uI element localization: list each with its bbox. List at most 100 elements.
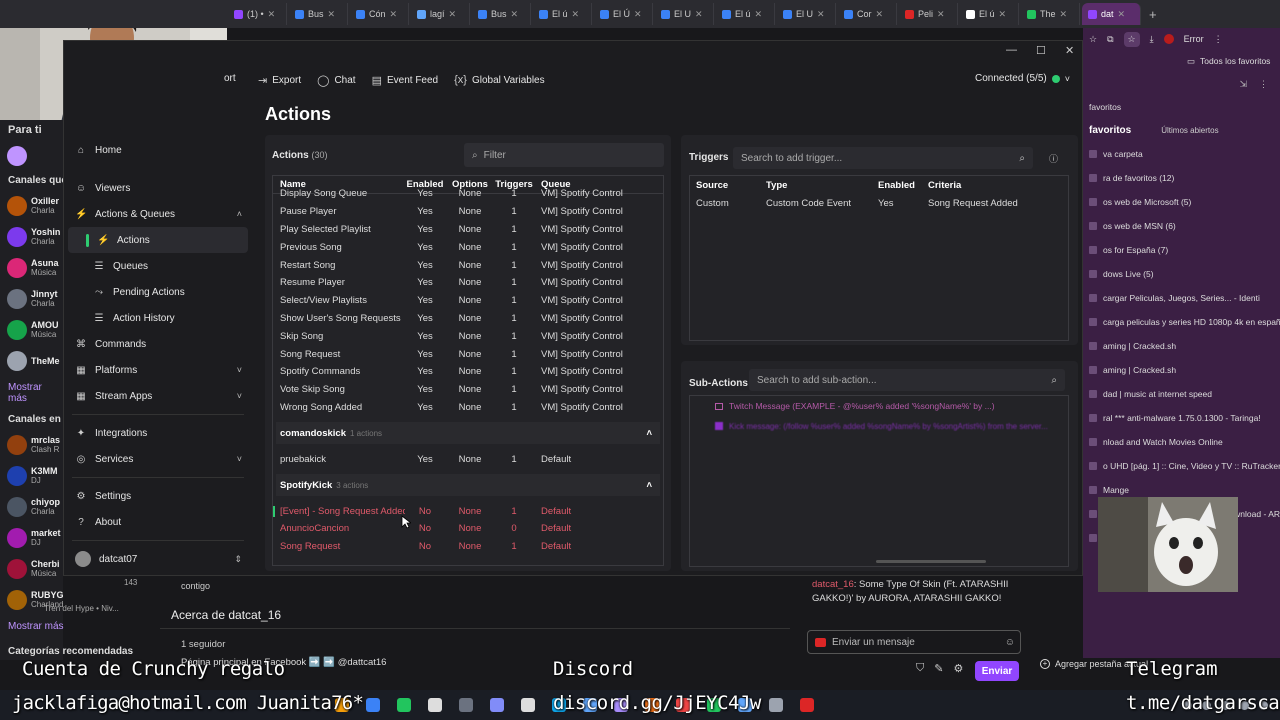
browser-tab[interactable]: El U ✕ [777,3,836,25]
trigger-search-input[interactable]: Search to add trigger... ⌕ [733,147,1033,169]
subaction-item[interactable]: Kick message: (/follow %user% added %son… [690,416,1068,436]
opened-filter[interactable]: Últimos abiertos [1161,126,1218,135]
nav-item-about[interactable]: ? About [64,509,252,535]
pin-icon[interactable]: ⇲ [1239,79,1247,90]
toolbar-export-button[interactable]: ⇥ Export [258,74,301,87]
nav-item-actions[interactable]: ⚡ Actions [68,227,248,253]
toolbar-global-variables-button[interactable]: {x} Global Variables [454,74,545,86]
download-icon[interactable]: ⤓ [1150,34,1154,45]
browser-tab[interactable]: El ú ✕ [960,3,1019,25]
shield-icon[interactable]: ⛉ [916,662,924,675]
close-tab-icon[interactable]: ✕ [572,9,580,20]
table-row[interactable]: Pause Player Yes None 1 VM] Spotify Control [273,203,663,221]
column-header[interactable]: Criteria [922,180,1062,191]
favorite-item[interactable]: o UHD [pág. 1] :: Cine, Video y TV :: Ru… [1083,454,1280,478]
close-tab-icon[interactable]: ✕ [755,9,763,20]
nav-item-viewers[interactable]: ☺ Viewers [64,175,252,201]
table-row[interactable]: Spotify Commands Yes None 1 VM] Spotify Cont… [273,363,663,381]
twitch-avatar-self[interactable] [0,140,63,171]
browser-tab[interactable]: Bus ✕ [472,3,531,25]
browser-tab[interactable]: dat ✕ [1082,3,1141,25]
table-row[interactable]: Song Request Yes None 1 VM] Spotify Control [273,345,663,363]
table-row[interactable]: Vote Skip Song Yes None 1 VM] Spotify Contro… [273,381,663,399]
nav-item-services[interactable]: ◎ Services ˅ [64,446,252,472]
table-row[interactable]: Skip Song Yes None 1 VM] Spotify Control [273,327,663,345]
channel-item[interactable]: Jinnyt Charla [0,283,63,314]
chevron-icon[interactable]: ˅ [237,454,242,464]
pen-icon[interactable]: ✎ [934,662,943,675]
close-tab-icon[interactable]: ✕ [449,9,457,20]
channel-item[interactable]: Cherbi Música [0,553,63,584]
subaction-search-input[interactable]: Search to add sub-action... ⌕ [749,369,1065,391]
taskbar-app-icon[interactable] [366,698,380,712]
group-header-comandoskick[interactable]: comandoskick 1 actions ˄ [276,422,660,445]
toolbar-event-feed-button[interactable]: ▤ Event Feed [372,74,439,87]
user-profile[interactable]: datcat07 ⇕ [64,546,252,572]
favorite-star-icon[interactable]: ☆ [1089,34,1097,45]
taskbar-app-icon[interactable] [769,698,783,712]
group-header-spotifykick[interactable]: SpotifyKick 3 actions ˄ [276,474,660,497]
close-tab-icon[interactable]: ✕ [876,9,884,20]
channel-item[interactable]: AMOU Música [0,314,63,345]
nav-item-settings[interactable]: ⚙ Settings [64,483,252,509]
close-tab-icon[interactable]: ✕ [268,9,276,20]
table-row[interactable]: Song Request No None 1 Default [273,538,663,556]
chevron-icon[interactable]: ˅ [237,365,242,375]
table-row[interactable]: Play Selected Playlist Yes None 1 VM] Spotif… [273,221,663,239]
close-tab-icon[interactable]: ✕ [511,9,519,20]
channel-item[interactable]: chiyop Charla [0,491,63,522]
horizontal-scrollbar[interactable] [876,560,986,563]
more-icon[interactable]: ⋮ [1214,34,1223,45]
browser-tab[interactable]: Bus ✕ [289,3,348,25]
taskbar-app-icon[interactable] [521,698,535,712]
maximize-icon[interactable]: ☐ [1036,44,1046,57]
favorite-item[interactable]: os for España (7) [1083,238,1280,262]
table-row[interactable]: AnuncioCancion No None 0 Default [273,520,663,538]
trigger-row[interactable]: Custom Custom Code Event Yes Song Request A… [690,194,1068,212]
column-header[interactable]: Source [690,180,760,191]
browser-tab[interactable]: (1) • ✕ [228,3,287,25]
extensions-icon[interactable]: ⧉ [1107,34,1113,45]
close-tab-icon[interactable]: ✕ [1118,9,1126,20]
nav-item-platforms[interactable]: ▦ Platforms ˅ [64,357,252,383]
favorite-item[interactable]: cargar Peliculas, Juegos, Series... - Id… [1083,286,1280,310]
close-tab-icon[interactable]: ✕ [634,9,642,20]
close-tab-icon[interactable]: ✕ [817,9,825,20]
chevron-icon[interactable]: ˅ [237,391,242,401]
import-button[interactable]: ort [224,73,236,84]
browser-tab[interactable]: The ✕ [1021,3,1080,25]
new-tab-icon[interactable]: + [1143,7,1163,22]
browser-tab[interactable]: El ú ✕ [533,3,592,25]
nav-item-home[interactable]: ⌂ Home [64,137,252,163]
favorite-item[interactable]: carga peliculas y series HD 1080p 4k en … [1083,310,1280,334]
more-icon-2[interactable]: ⋮ [1259,79,1268,90]
favorite-item[interactable]: dad | music at internet speed [1083,382,1280,406]
show-more-link-2[interactable]: Mostrar más [0,615,72,638]
chevron-icon[interactable]: ˄ [237,209,242,219]
table-row[interactable]: Resume Player Yes None 1 VM] Spotify Control [273,274,663,292]
taskbar-app-icon[interactable] [490,698,504,712]
browser-tab[interactable]: El U ✕ [655,3,714,25]
info-icon[interactable]: ⓘ [1049,152,1058,165]
close-icon[interactable]: ✕ [1065,44,1074,57]
channel-item[interactable]: market DJ [0,522,63,553]
channel-item[interactable]: K3MM DJ [0,460,63,491]
chevron-up-icon[interactable]: ˄ [646,428,652,439]
favorite-item[interactable]: os web de MSN (6) [1083,214,1280,238]
close-tab-icon[interactable]: ✕ [328,9,336,20]
browser-tab[interactable]: lagí ✕ [411,3,470,25]
favorite-item[interactable]: ral *** anti-malware 1.75.0.1300 - Tarin… [1083,406,1280,430]
close-tab-icon[interactable]: ✕ [999,9,1007,20]
minimize-icon[interactable]: — [1006,44,1017,56]
nav-item-queues[interactable]: ☰ Queues [64,253,252,279]
table-row[interactable]: Wrong Song Added Yes None 1 VM] Spotify Cont… [273,399,663,417]
nav-item-integrations[interactable]: ✦ Integrations [64,420,252,446]
browser-tab[interactable]: Cón ✕ [350,3,409,25]
column-header[interactable]: Enabled [872,180,922,191]
close-tab-icon[interactable]: ✕ [695,9,703,20]
nav-item-pending-actions[interactable]: ⤳ Pending Actions [64,279,252,305]
close-tab-icon[interactable]: ✕ [1060,9,1068,20]
close-tab-icon[interactable]: ✕ [390,9,398,20]
channel-item[interactable]: Asuna Música [0,252,63,283]
taskbar-app-icon[interactable] [428,698,442,712]
